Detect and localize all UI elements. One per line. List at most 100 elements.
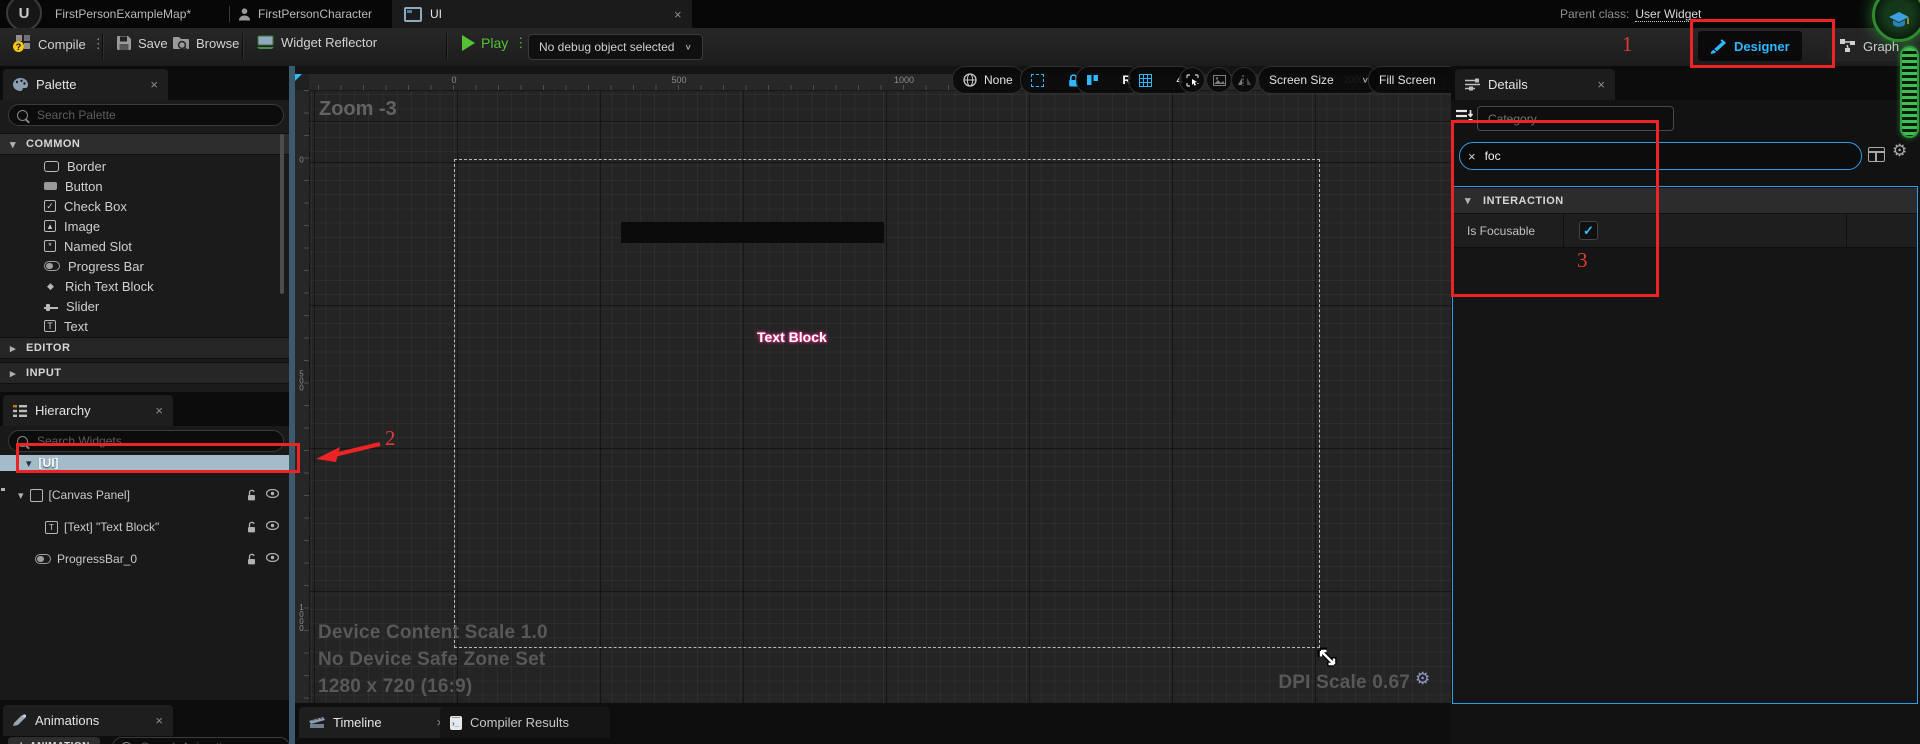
palette-search[interactable] <box>8 104 284 126</box>
tab-animations[interactable]: Animations × <box>3 705 173 736</box>
tab-firstpersoncharacter[interactable]: FirstPersonCharacter <box>238 0 372 28</box>
save-label: Save <box>138 36 168 51</box>
compile-button[interactable]: ? Compile ⋮ <box>14 35 105 53</box>
palette-item-checkbox[interactable]: ✓Check Box <box>0 196 289 216</box>
bottom-dock: Timeline × ›_ Compiler Results <box>295 703 1451 744</box>
lock-open-icon[interactable] <box>247 489 257 501</box>
animations-search[interactable] <box>112 737 289 744</box>
marquee-icon[interactable] <box>1031 74 1044 87</box>
close-icon[interactable]: × <box>150 77 158 92</box>
category-combobox[interactable] <box>1477 106 1674 131</box>
tab-label: FirstPersonCharacter <box>258 7 372 21</box>
widget-text-block[interactable]: Text Block <box>757 329 827 345</box>
palette-item-text[interactable]: TText <box>0 316 289 336</box>
section-editor[interactable]: ▸ EDITOR <box>0 337 289 359</box>
flip-preview-toggle[interactable] <box>1231 67 1257 93</box>
section-common[interactable]: ▾ COMMON <box>0 133 289 155</box>
checkbox-icon: ✓ <box>44 200 56 212</box>
palette-item-progressbar[interactable]: Progress Bar <box>0 256 289 276</box>
tab-firstpersonexamplemap[interactable]: FirstPersonExampleMap* <box>55 0 191 28</box>
property-matrix-icon[interactable] <box>1868 147 1885 162</box>
unreal-logo-icon[interactable]: U <box>6 0 42 31</box>
section-input[interactable]: ▸ INPUT <box>0 362 289 384</box>
section-interaction[interactable]: ▾ INTERACTION <box>1453 187 1917 214</box>
grid-icon <box>1139 74 1152 87</box>
fill-screen-dropdown[interactable]: Fill Screen ∨ <box>1368 66 1451 94</box>
animations-search-input[interactable] <box>139 739 281 744</box>
close-icon[interactable]: × <box>155 403 163 418</box>
tab-palette[interactable]: Palette × <box>3 69 168 100</box>
tab-details[interactable]: Details × <box>1455 69 1615 100</box>
close-icon[interactable]: × <box>674 7 682 22</box>
palette-item-list: Border Button ✓Check Box ▴Image *Named S… <box>0 156 289 336</box>
hierarchy-tabstrip: Hierarchy × <box>0 392 289 426</box>
preview-background-toggle[interactable] <box>1206 67 1232 93</box>
lock-open-icon[interactable] <box>247 521 257 533</box>
is-focusable-checkbox[interactable]: ✓ <box>1579 221 1598 240</box>
eye-icon[interactable] <box>266 521 279 530</box>
add-animation-button[interactable]: + ANIMATION <box>8 737 100 744</box>
debug-object-dropdown[interactable]: No debug object selected ∨ <box>528 34 703 60</box>
chevron-down-icon[interactable]: ▾ <box>18 489 24 502</box>
designer-mode-button[interactable]: Designer <box>1698 31 1802 61</box>
compiler-results-icon: ›_ <box>450 716 462 730</box>
eye-icon[interactable] <box>266 553 279 562</box>
category-input[interactable] <box>1486 111 1665 127</box>
palette-search-input[interactable] <box>35 107 275 123</box>
section-common-label: COMMON <box>26 138 80 150</box>
widget-progressbar[interactable] <box>621 222 884 243</box>
select-widget-toggle[interactable] <box>1179 67 1205 93</box>
close-icon[interactable]: × <box>1597 77 1605 92</box>
tab-timeline[interactable]: Timeline × <box>299 707 454 738</box>
graph-icon <box>1840 39 1856 53</box>
close-icon[interactable]: × <box>155 713 163 728</box>
play-options-icon[interactable]: ⋮ <box>514 35 527 51</box>
tree-row-ui[interactable]: ▾ [UI] <box>0 455 289 471</box>
screen-size-dropdown[interactable]: Screen Size ∨ <box>1258 66 1380 94</box>
tab-label: FirstPersonExampleMap* <box>55 7 191 21</box>
designer-viewport[interactable]: 0 500 1000 1500 2000 0 500 1000 Zoom -3 … <box>295 66 1451 703</box>
parent-class-link[interactable]: User Widget <box>1635 7 1701 22</box>
tab-ui[interactable]: UI × <box>392 0 692 28</box>
eye-icon[interactable] <box>266 489 279 498</box>
tree-row-progressbar[interactable]: ProgressBar_0 <box>0 551 289 567</box>
chevron-down-icon[interactable]: ▾ <box>26 457 32 470</box>
hierarchy-search[interactable] <box>8 430 284 452</box>
play-button[interactable]: Play ⋮ <box>462 35 527 51</box>
browse-button[interactable]: Browse <box>172 35 239 51</box>
tab-compiler-results[interactable]: ›_ Compiler Results <box>440 707 610 738</box>
border-icon <box>44 161 59 172</box>
hierarchy-search-input[interactable] <box>35 433 275 449</box>
search-icon <box>17 110 28 121</box>
details-search-input[interactable] <box>1483 148 1853 164</box>
widget-reflector-button[interactable]: Widget Reflector <box>256 35 377 50</box>
palette-item-slider[interactable]: Slider <box>0 296 289 316</box>
canvas-outline[interactable] <box>454 159 1320 648</box>
palette-item-button[interactable]: Button <box>0 176 289 196</box>
details-settings-gear-icon[interactable]: ⚙ <box>1892 141 1907 161</box>
chevron-down-icon: ▾ <box>1465 194 1471 207</box>
display-filter-icon[interactable] <box>1456 109 1473 125</box>
tab-label: UI <box>430 7 442 21</box>
hierarchy-panel: Hierarchy × ▾ [UI] ▾ [Canvas Panel] T [T… <box>0 392 289 700</box>
localization-preview-dropdown[interactable]: None <box>952 66 1024 94</box>
section-interaction-label: INTERACTION <box>1483 195 1564 207</box>
palette-scrollbar[interactable] <box>280 134 284 294</box>
lock-open-icon[interactable] <box>247 553 257 565</box>
annotation-number-1: 1 <box>1622 32 1633 57</box>
palette-item-image[interactable]: ▴Image <box>0 216 289 236</box>
ruler-corner <box>295 74 309 90</box>
tree-row-text-block[interactable]: T [Text] "Text Block" <box>0 519 289 535</box>
details-search[interactable]: × <box>1459 142 1862 170</box>
tree-row-canvas-panel[interactable]: ▾ [Canvas Panel] <box>0 487 289 503</box>
palette-tabstrip: Palette × <box>0 66 289 100</box>
palette-item-namedslot[interactable]: *Named Slot <box>0 236 289 256</box>
clear-search-icon[interactable]: × <box>1468 149 1476 164</box>
palette-item-border[interactable]: Border <box>0 156 289 176</box>
widget-reflector-label: Widget Reflector <box>281 35 377 50</box>
dpi-settings-gear-icon[interactable]: ⚙ <box>1415 669 1430 689</box>
tab-hierarchy[interactable]: Hierarchy × <box>3 395 173 426</box>
save-icon <box>116 35 132 51</box>
save-button[interactable]: Save <box>116 35 168 51</box>
palette-item-richtextblock[interactable]: ◆Rich Text Block <box>0 276 289 296</box>
